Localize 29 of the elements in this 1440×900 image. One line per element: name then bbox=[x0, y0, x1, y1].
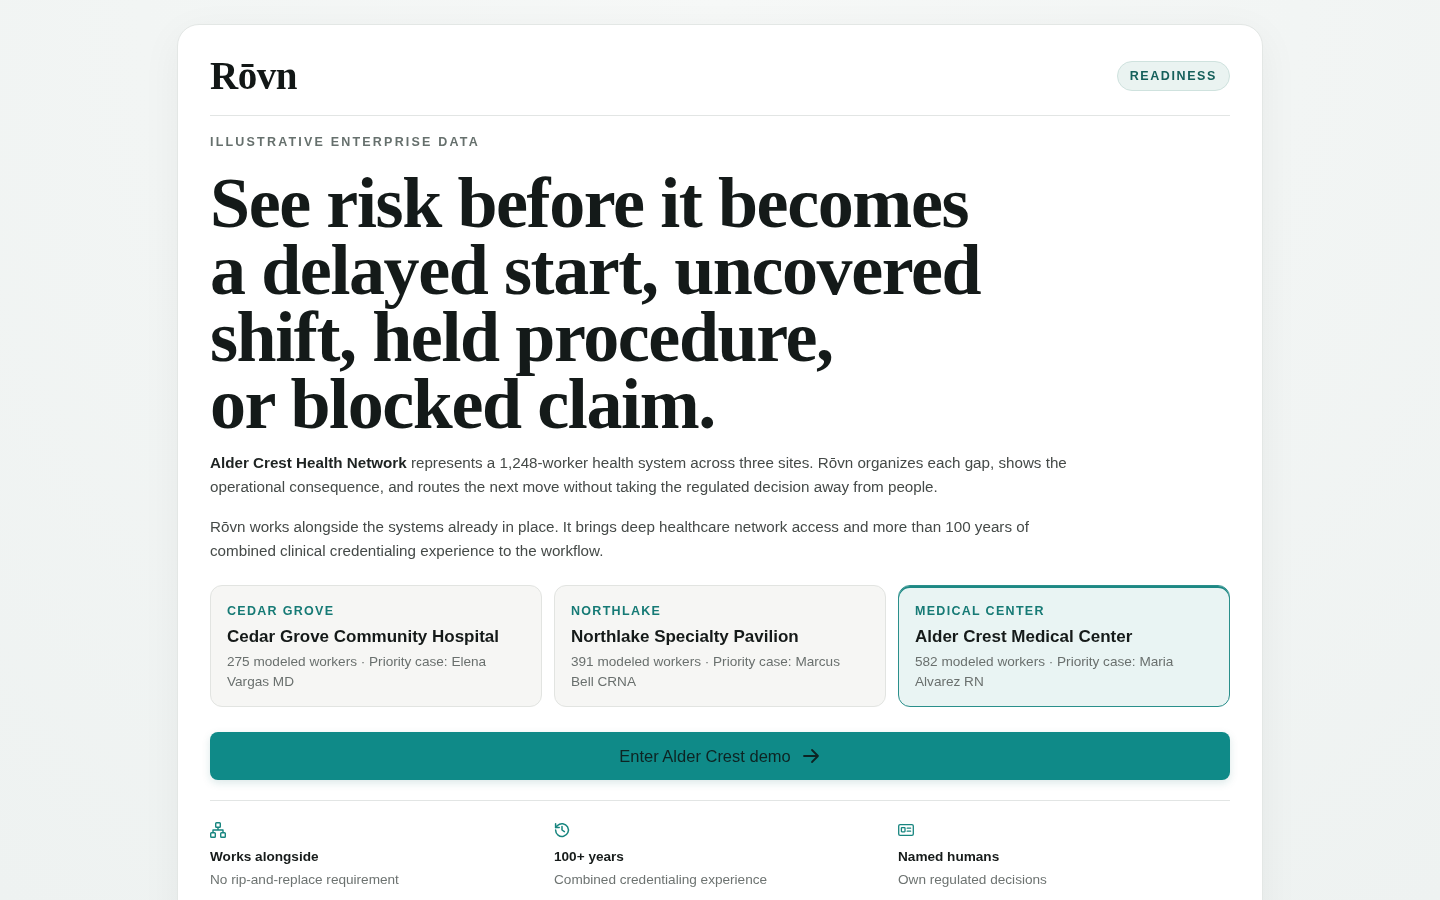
feature-title: Works alongside bbox=[210, 848, 319, 866]
site-region-label: CEDAR GROVE bbox=[227, 603, 335, 619]
hierarchy-icon bbox=[210, 822, 226, 838]
readiness-badge: READINESS bbox=[1116, 61, 1230, 91]
site-region-label: NORTHLAKE bbox=[571, 603, 662, 619]
site-name: Alder Crest Medical Center bbox=[915, 626, 1133, 648]
site-detail: 275 modeled workers · Priority case: Elena Vargas MD bbox=[227, 653, 488, 691]
eyebrow-label: ILLUSTRATIVE ENTERPRISE DATA bbox=[210, 134, 481, 150]
headline: See risk before it becomes a delayed start, uncovered shift, held procedure, or blocked claim. bbox=[210, 170, 981, 438]
arrow-right-icon bbox=[800, 746, 821, 766]
site-card[interactable]: CEDAR GROVE Cedar Grove Community Hospital 275 modeled workers · Priority case: Elena Vargas MD bbox=[210, 585, 542, 707]
logo-wordmark: Rōvn bbox=[210, 55, 297, 97]
site-region-label: MEDICAL CENTER bbox=[915, 603, 1045, 619]
intro-paragraph: Rōvn works alongside the systems already in place. It brings deep healthcare network access and more than 100 years of combined clinical credentialing experience to the workflow. bbox=[210, 517, 1030, 561]
site-name: Cedar Grove Community Hospital bbox=[227, 626, 500, 648]
feature-subtitle: No rip-and-replace requirement bbox=[210, 871, 399, 889]
site-detail: 582 modeled workers · Priority case: Maria Alvarez RN bbox=[915, 653, 1175, 691]
id-card-icon bbox=[898, 822, 914, 838]
site-detail: 391 modeled workers · Priority case: Marcus Bell CRNA bbox=[571, 653, 841, 691]
feature-subtitle: Combined credentialing experience bbox=[554, 871, 768, 889]
feature-title: Named humans bbox=[898, 848, 1000, 866]
feature-subtitle: Own regulated decisions bbox=[898, 871, 1047, 889]
site-card[interactable]: MEDICAL CENTER Alder Crest Medical Center 582 modeled workers · Priority case: Maria Alvarez RN bbox=[898, 585, 1230, 707]
enter-demo-button[interactable]: Enter Alder Crest demo bbox=[210, 732, 1230, 780]
site-name: Northlake Specialty Pavilion bbox=[571, 626, 799, 648]
feature-title: 100+ years bbox=[554, 848, 624, 866]
site-card[interactable]: NORTHLAKE Northlake Specialty Pavilion 391 modeled workers · Priority case: Marcus Bell CRNA bbox=[554, 585, 886, 707]
history-icon bbox=[554, 822, 570, 838]
intro-paragraph: Alder Crest Health Network represents a 1,248-worker health system across three sites. Rōvn organizes each gap, shows the operational consequence, and routes the next move without taking the regulated decision away from people. bbox=[210, 453, 1068, 497]
